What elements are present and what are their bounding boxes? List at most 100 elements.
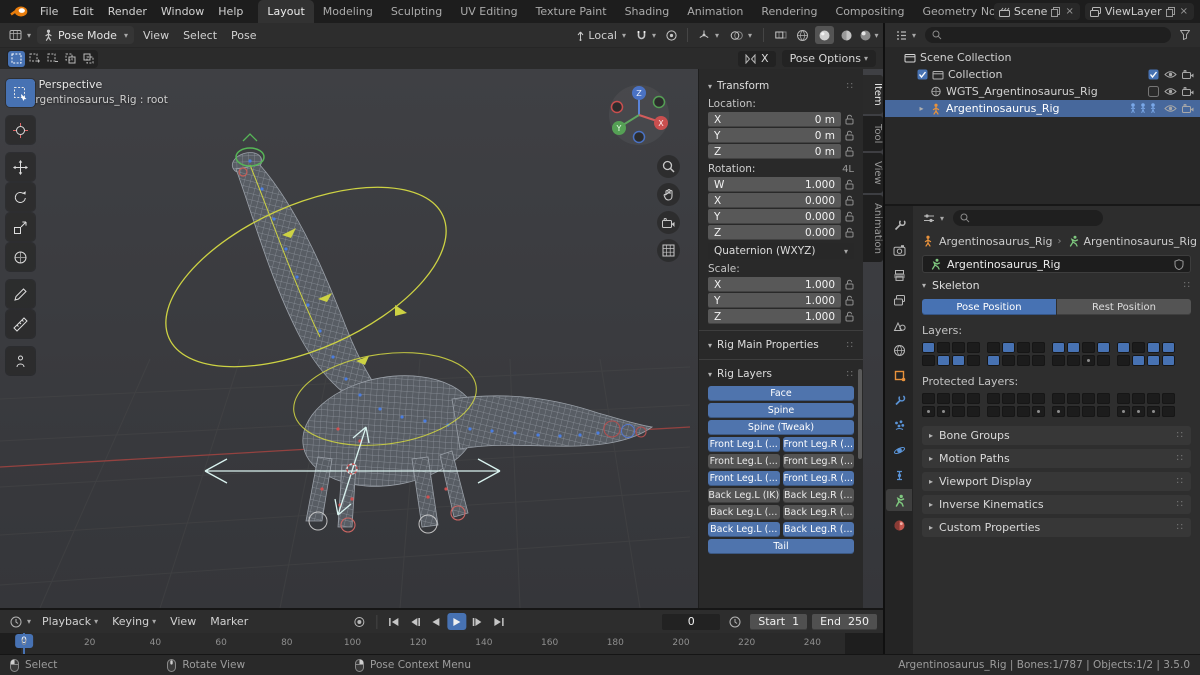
select-mode-intersect[interactable] bbox=[80, 51, 97, 67]
select-mode-new[interactable] bbox=[8, 50, 25, 67]
properties-tab-render[interactable] bbox=[886, 239, 912, 261]
protected-layer-toggle[interactable] bbox=[1017, 393, 1030, 404]
armature-layer-toggle[interactable] bbox=[1162, 355, 1175, 366]
scale-y-field[interactable]: Y 1.000 bbox=[708, 293, 841, 308]
protected-layer-toggle[interactable] bbox=[1097, 406, 1110, 417]
lock-icon[interactable] bbox=[845, 179, 854, 190]
npanel-tab-view[interactable]: View bbox=[863, 153, 883, 193]
ortho-toggle-button[interactable] bbox=[657, 239, 680, 262]
protected-layer-toggle[interactable] bbox=[922, 393, 935, 404]
breadcrumb-object[interactable]: Argentinosaurus_Rig bbox=[939, 235, 1053, 248]
collection-checkbox-icon[interactable] bbox=[917, 69, 928, 80]
menu-window[interactable]: Window bbox=[154, 0, 211, 23]
datablock-name-field[interactable]: Argentinosaurus_Rig bbox=[922, 255, 1191, 273]
rig-layer-button-9-back-leg-l-ik[interactable]: Back Leg.L (IK) bbox=[708, 488, 780, 503]
tool-transform-button[interactable] bbox=[6, 243, 35, 271]
viewport-menu-select[interactable]: Select bbox=[176, 23, 224, 47]
tool-breakdowner-button[interactable] bbox=[6, 347, 35, 375]
properties-tab-particles[interactable] bbox=[886, 414, 912, 436]
lock-icon[interactable] bbox=[845, 279, 854, 290]
armature-layer-toggle[interactable] bbox=[1002, 342, 1015, 353]
rig-layer-button-10-back-leg-r[interactable]: Back Leg.R (... bbox=[782, 488, 854, 503]
npanel-tab-item[interactable]: Item bbox=[863, 75, 883, 114]
protected-layer-toggle[interactable] bbox=[1082, 393, 1095, 404]
properties-tab-world[interactable] bbox=[886, 339, 912, 361]
rig-layer-button-15-tail[interactable]: Tail bbox=[708, 539, 854, 554]
zoom-button[interactable] bbox=[657, 155, 680, 178]
end-frame-field[interactable]: End 250 bbox=[812, 613, 877, 630]
outliner-search-input[interactable] bbox=[925, 27, 1171, 43]
armature-layer-toggle[interactable] bbox=[1162, 342, 1175, 353]
protected-layer-toggle[interactable] bbox=[1002, 393, 1015, 404]
rest-position-button[interactable]: Rest Position bbox=[1057, 299, 1191, 315]
breadcrumb-data[interactable]: Argentinosaurus_Rig bbox=[1084, 235, 1198, 248]
camera-icon[interactable] bbox=[1182, 70, 1194, 79]
rig-layer-button-2-spine-tweak[interactable]: Spine (Tweak) bbox=[708, 420, 854, 435]
outliner-row-collection[interactable]: Collection bbox=[885, 66, 1200, 83]
rotation-y-field[interactable]: Y 0.000 bbox=[708, 209, 841, 224]
remove-viewlayer-icon[interactable]: × bbox=[1179, 6, 1189, 17]
checkbox-checked-icon[interactable] bbox=[1148, 69, 1159, 80]
scale-z-field[interactable]: Z 1.000 bbox=[708, 309, 841, 324]
armature-layer-toggle[interactable] bbox=[1032, 355, 1045, 366]
tool-select-box-button[interactable] bbox=[6, 79, 35, 107]
select-mode-invert[interactable] bbox=[62, 51, 79, 67]
armature-layer-toggle[interactable] bbox=[1117, 355, 1130, 366]
properties-tab-constraints[interactable] bbox=[886, 464, 912, 486]
properties-tab-material[interactable] bbox=[886, 514, 912, 536]
workspace-tab-shading[interactable]: Shading bbox=[616, 0, 679, 23]
shading-solid-button[interactable] bbox=[815, 26, 834, 44]
protected-layer-toggle[interactable] bbox=[1117, 393, 1130, 404]
protected-layer-toggle[interactable] bbox=[1162, 393, 1175, 404]
select-mode-extend[interactable] bbox=[26, 51, 43, 67]
armature-layer-toggle[interactable] bbox=[1082, 355, 1095, 366]
eye-icon[interactable] bbox=[1164, 70, 1177, 79]
rig-main-properties-header[interactable]: ▾ Rig Main Properties ∷ bbox=[708, 337, 854, 353]
protected-layer-toggle[interactable] bbox=[1117, 406, 1130, 417]
snapping-dropdown[interactable]: ▾ bbox=[632, 26, 660, 44]
properties-search-input[interactable] bbox=[953, 210, 1104, 226]
armature-layer-toggle[interactable] bbox=[967, 342, 980, 353]
viewport-menu-view[interactable]: View bbox=[136, 23, 176, 47]
lock-icon[interactable] bbox=[845, 195, 854, 206]
rig-layer-button-14-back-leg-r[interactable]: Back Leg.R (... bbox=[782, 522, 854, 537]
tool-measure-button[interactable] bbox=[6, 310, 35, 338]
timeline-ruler[interactable]: 0 0 20 40 60 80 100 120 140 160 180 200 220 240 bbox=[0, 633, 883, 654]
start-frame-field[interactable]: Start 1 bbox=[750, 613, 808, 630]
armature-layer-toggle[interactable] bbox=[1067, 342, 1080, 353]
armature-layer-toggle[interactable] bbox=[1132, 355, 1145, 366]
timeline-menu-view[interactable]: View bbox=[163, 610, 203, 633]
location-z-field[interactable]: Z 0 m bbox=[708, 144, 841, 159]
armature-layer-toggle[interactable] bbox=[937, 342, 950, 353]
menu-help[interactable]: Help bbox=[211, 0, 250, 23]
camera-view-button[interactable] bbox=[657, 211, 680, 234]
armature-layer-toggle[interactable] bbox=[1052, 355, 1065, 366]
protected-layer-toggle[interactable] bbox=[952, 393, 965, 404]
new-viewlayer-icon[interactable] bbox=[1165, 6, 1175, 17]
lock-icon[interactable] bbox=[845, 211, 854, 222]
transform-panel-header[interactable]: ▾ Transform ∷ bbox=[708, 78, 854, 94]
protected-layer-toggle[interactable] bbox=[987, 393, 1000, 404]
overlays-toggle[interactable]: ▾ bbox=[726, 26, 756, 44]
proportional-editing-dropdown[interactable] bbox=[662, 26, 681, 44]
rig-layer-button-8-front-leg-r[interactable]: Front Leg.R (... bbox=[782, 471, 854, 486]
protected-layer-toggle[interactable] bbox=[1017, 406, 1030, 417]
armature-layer-toggle[interactable] bbox=[1147, 342, 1160, 353]
rig-layer-button-12-back-leg-r[interactable]: Back Leg.R (... bbox=[782, 505, 854, 520]
armature-layer-toggle[interactable] bbox=[952, 342, 965, 353]
armature-layer-toggle[interactable] bbox=[1067, 355, 1080, 366]
new-scene-icon[interactable] bbox=[1051, 6, 1061, 17]
pose-position-button[interactable]: Pose Position bbox=[922, 299, 1056, 315]
editor-type-button[interactable]: ▾ bbox=[5, 26, 35, 44]
armature-layer-toggle[interactable] bbox=[1147, 355, 1160, 366]
panel-motion-paths[interactable]: ▸ Motion Paths ∷ bbox=[922, 449, 1191, 468]
tool-rotate-button[interactable] bbox=[6, 183, 35, 211]
use-preview-range-toggle[interactable] bbox=[725, 613, 745, 631]
rig-layer-button-4-front-leg-r[interactable]: Front Leg.R (... bbox=[782, 437, 854, 452]
menu-edit[interactable]: Edit bbox=[65, 0, 100, 23]
viewlayer-selector[interactable]: ViewLayer × bbox=[1084, 3, 1194, 20]
armature-layer-toggle[interactable] bbox=[1017, 355, 1030, 366]
protected-layer-toggle[interactable] bbox=[1067, 406, 1080, 417]
workspace-tab-uv-editing[interactable]: UV Editing bbox=[451, 0, 526, 23]
viewport-canvas[interactable]: User Perspective (0) Argentinosaurus_Rig… bbox=[0, 69, 883, 608]
